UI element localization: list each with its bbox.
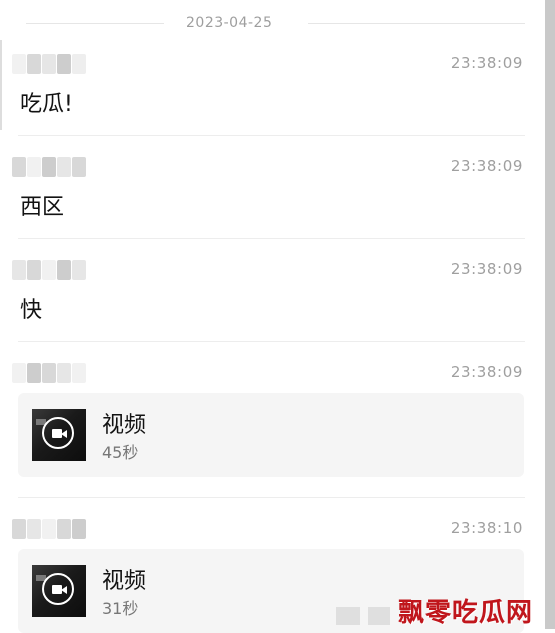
scrollbar-track[interactable]: [545, 0, 555, 629]
sender-name-blurred: [12, 258, 86, 282]
date-separator-line-left: [26, 23, 164, 24]
video-title: 视频: [102, 569, 147, 594]
video-camera-icon: [42, 573, 74, 605]
date-text: 2023-04-25: [186, 15, 273, 31]
watermark-noise: [368, 607, 390, 625]
chat-message[interactable]: 23:38:09 快: [0, 258, 545, 340]
message-time: 23:38:10: [450, 519, 523, 537]
message-divider: [18, 238, 525, 239]
sender-name-blurred: [12, 517, 86, 541]
message-time: 23:38:09: [450, 260, 523, 278]
video-card[interactable]: 视频 45秒: [18, 393, 524, 477]
message-time: 23:38:09: [450, 157, 523, 175]
message-divider: [18, 135, 525, 136]
chat-message[interactable]: 23:38:09 视频 45秒: [0, 361, 545, 491]
date-separator: 2023-04-25: [0, 13, 555, 35]
video-camera-icon: [42, 417, 74, 449]
message-text: 快: [20, 298, 43, 323]
video-duration: 45秒: [102, 443, 139, 462]
message-divider: [18, 341, 525, 342]
chat-message[interactable]: 23:38:09 吃瓜!: [0, 52, 545, 134]
video-thumbnail[interactable]: [32, 565, 86, 617]
sender-name-blurred: [12, 52, 86, 76]
message-divider: [18, 497, 525, 498]
video-title: 视频: [102, 413, 147, 438]
watermark-noise: [336, 607, 360, 625]
message-time: 23:38:09: [450, 54, 523, 72]
message-text: 西区: [20, 195, 65, 220]
video-duration: 31秒: [102, 599, 139, 618]
watermark-text: 飘零吃瓜网: [398, 598, 534, 628]
date-separator-line-right: [308, 23, 525, 24]
chat-message[interactable]: 23:38:09 西区: [0, 155, 545, 237]
video-thumbnail[interactable]: [32, 409, 86, 461]
message-time: 23:38:09: [450, 363, 523, 381]
sender-name-blurred: [12, 361, 86, 385]
sender-name-blurred: [12, 155, 86, 179]
message-text: 吃瓜!: [20, 92, 73, 117]
